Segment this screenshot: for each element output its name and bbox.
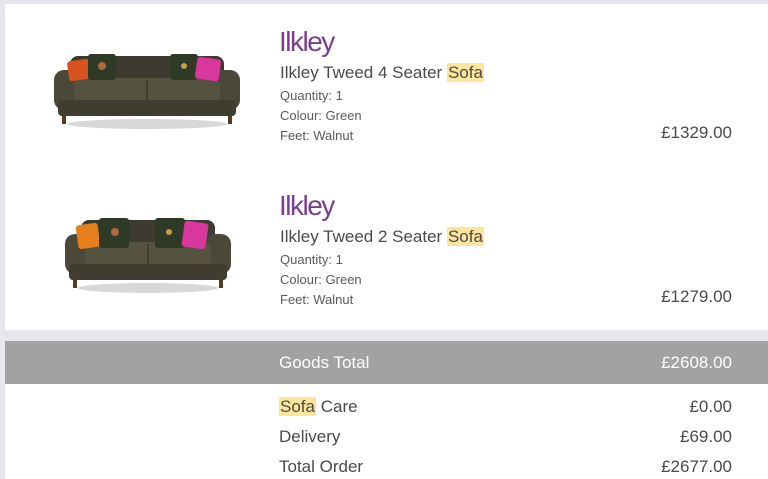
order-summary: Sofa Care £0.00 Delivery £69.00 Total Or… <box>5 384 768 479</box>
basket-item: Ilkley Ilkley Tweed 2 Seater Sofa Quanti… <box>5 168 768 328</box>
search-highlight: Sofa <box>446 63 484 82</box>
colour-text: Colour: Green <box>280 272 362 287</box>
feet-text: Feet: Walnut <box>280 128 354 143</box>
brand-logo: Ilkley <box>279 26 335 57</box>
sofa-care-value: £0.00 <box>689 397 732 416</box>
item-price: £1279.00 <box>661 287 732 306</box>
sofa-care-label-text: Care <box>315 397 358 416</box>
basket-items-panel: Ilkley Ilkley Tweed 4 Seater Sofa Quanti… <box>5 4 768 330</box>
sofa-care-label: Sofa Care <box>279 397 358 417</box>
delivery-value: £69.00 <box>680 427 732 446</box>
product-name-text: Ilkley Tweed 2 Seater <box>280 227 447 246</box>
brand-logo: Ilkley <box>279 190 335 221</box>
product-name[interactable]: Ilkley Tweed 4 Seater Sofa <box>280 63 484 83</box>
goods-total-bar: Goods Total £2608.00 <box>5 341 768 384</box>
goods-total-label: Goods Total <box>279 353 370 372</box>
product-name[interactable]: Ilkley Tweed 2 Seater Sofa <box>280 227 484 247</box>
quantity-text: Quantity: 1 <box>280 252 343 267</box>
delivery-label: Delivery <box>279 427 341 446</box>
product-name-text: Ilkley Tweed 4 Seater <box>280 63 447 82</box>
quantity-text: Quantity: 1 <box>280 88 343 103</box>
goods-total-value: £2608.00 <box>661 353 732 372</box>
search-highlight: Sofa <box>446 227 484 246</box>
four-seater-sofa-image[interactable] <box>52 42 242 132</box>
basket-item: Ilkley Ilkley Tweed 4 Seater Sofa Quanti… <box>5 4 768 164</box>
total-order-label: Total Order <box>279 457 364 476</box>
item-price: £1329.00 <box>661 123 732 142</box>
two-seater-sofa-image[interactable] <box>63 206 233 296</box>
total-order-value: £2677.00 <box>661 457 732 476</box>
colour-text: Colour: Green <box>280 108 362 123</box>
search-highlight: Sofa <box>279 397 316 416</box>
feet-text: Feet: Walnut <box>280 292 354 307</box>
